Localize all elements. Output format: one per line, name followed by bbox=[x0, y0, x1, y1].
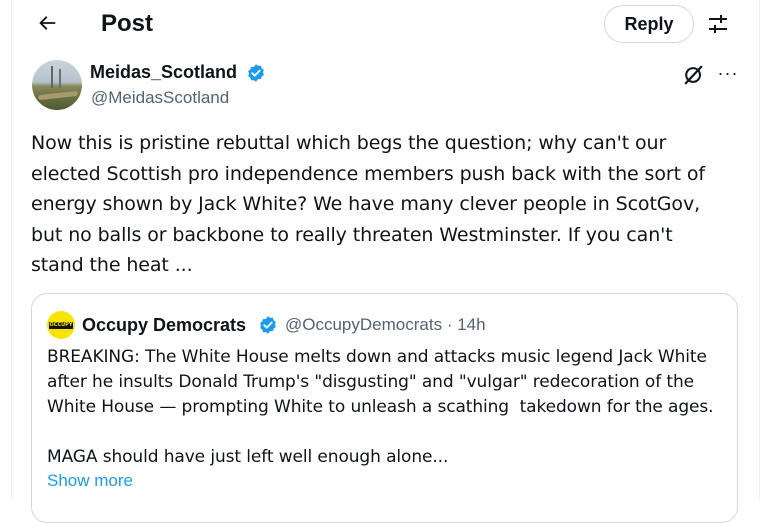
quoted-timestamp: 14h bbox=[457, 315, 486, 334]
quoted-author-handle: @OccupyDemocrats bbox=[285, 315, 443, 334]
quoted-meta: @OccupyDemocrats · 14h bbox=[285, 314, 486, 336]
arrow-left-icon bbox=[39, 16, 56, 30]
page-header: Post Reply bbox=[12, 0, 759, 52]
quoted-post-text: BREAKING: The White House melts down and… bbox=[47, 347, 714, 467]
back-button[interactable] bbox=[30, 6, 64, 40]
author-avatar[interactable] bbox=[32, 60, 82, 110]
more-button[interactable]: ··· bbox=[714, 60, 742, 86]
post-text: Now this is pristine rebuttal which begs… bbox=[31, 132, 705, 276]
verified-badge-icon bbox=[248, 64, 264, 82]
author-name[interactable]: Meidas_Scotland bbox=[90, 61, 237, 83]
avatar-logo-text: OCCUPY bbox=[49, 321, 73, 329]
author-handle[interactable]: @MeidasScotland bbox=[91, 87, 229, 109]
filter-button[interactable] bbox=[702, 8, 734, 40]
reply-button[interactable]: Reply bbox=[604, 5, 694, 43]
meta-separator: · bbox=[446, 315, 453, 334]
quoted-author-name: Occupy Democrats bbox=[82, 315, 247, 335]
quoted-post[interactable]: OCCUPY Occupy Democrats @OccupyDemocrats… bbox=[31, 293, 738, 523]
quoted-author-avatar: OCCUPY bbox=[47, 311, 75, 339]
sliders-icon bbox=[709, 15, 727, 33]
page-title: Post bbox=[101, 10, 154, 37]
grok-icon bbox=[684, 65, 703, 85]
column-border-right bbox=[759, 0, 760, 500]
more-icon: ··· bbox=[717, 62, 739, 83]
grok-button[interactable] bbox=[681, 62, 707, 88]
column-border-left bbox=[11, 0, 12, 500]
verified-badge-icon bbox=[260, 316, 276, 334]
show-more-link[interactable]: Show more bbox=[47, 470, 133, 492]
